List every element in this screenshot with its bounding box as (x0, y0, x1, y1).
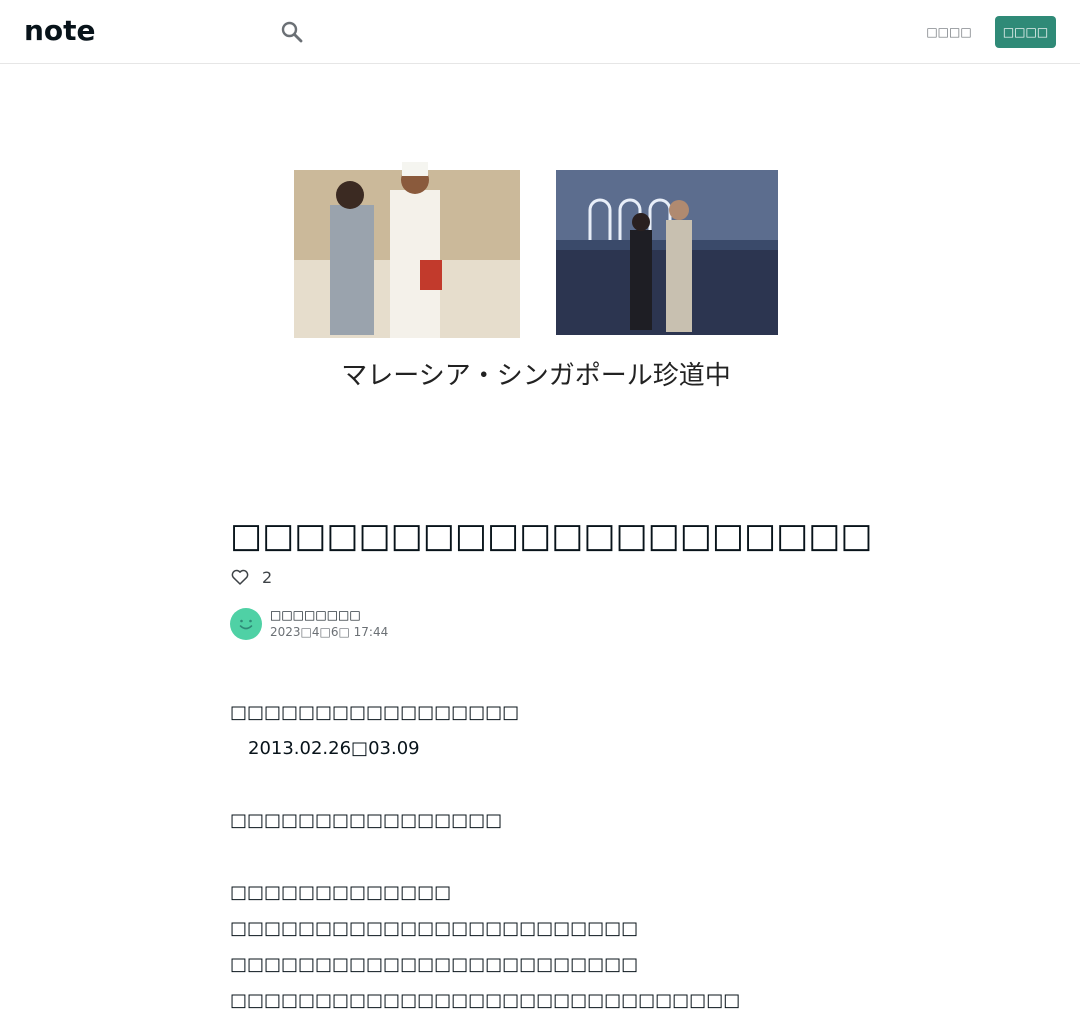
site-header: note □□□□ □□□□ (0, 0, 1080, 64)
hero-caption: マレーシア・シンガポール珍道中 (341, 361, 730, 391)
heart-icon[interactable] (230, 567, 250, 587)
signup-button[interactable]: □□□□ (995, 16, 1056, 48)
paragraph (230, 772, 850, 808)
author-name[interactable]: □□□□□□□□ (270, 607, 388, 623)
avatar[interactable] (230, 608, 262, 640)
article-body: □□□□□□□□□□□□□□□□□ 2013.02.26□03.09 □□□□□… (230, 700, 850, 1024)
paragraph: □□□□□□□□□□□□□□□□□□□□□□□□ (230, 954, 639, 975)
svg-text:note: note (24, 18, 96, 44)
paragraph: □□□□□□□□□□□□□□□□□□□□□□□□□□□□□□ (230, 990, 741, 1011)
hero-image: マレーシア・シンガポール珍道中 (230, 110, 850, 450)
paragraph (230, 844, 850, 880)
like-row: 2 (230, 566, 272, 588)
paragraph: □□□□□□□□□□□□□□□□□□□□□□□□ (230, 918, 639, 939)
search-icon[interactable] (278, 18, 306, 46)
login-link[interactable]: □□□□ (926, 22, 972, 42)
paragraph: 2013.02.26□03.09 (230, 738, 420, 759)
smiley-icon (239, 619, 253, 630)
paragraph: □□□□□□□□□□□□□□□□ (230, 810, 503, 831)
author-block: □□□□□□□□ 2023□4□6□ 17:44 (230, 607, 388, 641)
post-date: 2023□4□6□ 17:44 (270, 625, 389, 639)
paragraph: □□□□□□□□□□□□□□□□□ (230, 702, 520, 723)
like-count: 2 (262, 567, 273, 587)
article-title: □□□□□□□□□□□□□□□□□□□□ (230, 516, 873, 556)
paragraph: □□□□□□□□□□□□□ (230, 882, 452, 903)
note-logo[interactable]: note (24, 18, 122, 44)
